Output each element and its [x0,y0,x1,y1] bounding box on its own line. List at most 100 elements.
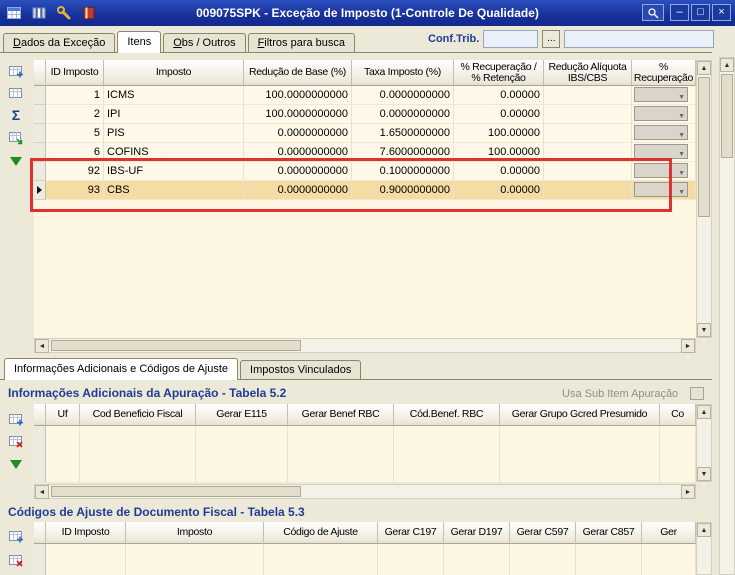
post-down-icon[interactable] [7,152,25,170]
scroll-right-icon[interactable] [681,485,695,499]
col-header-gerar-grupo-gcred[interactable]: Gerar Grupo Gcred Presumido [500,404,660,426]
tab-dados-da-excecao[interactable]: Dados da Exceção [3,33,115,52]
add-row-icon[interactable] [7,62,25,80]
apuracao-horizontal-scrollbar[interactable] [34,484,696,499]
apuracao-vertical-scrollbar[interactable] [696,404,712,482]
table-row[interactable]: 92 IBS-UF 0.0000000000 0.1000000000 0.00… [34,162,696,181]
cell-reducao-aliquota[interactable] [544,86,632,105]
scroll-up-icon[interactable] [720,58,734,72]
cell-recuperacao[interactable]: 0.00000 [454,162,544,181]
cell-reducao-base[interactable]: 0.0000000000 [244,143,352,162]
add-row-icon[interactable] [7,410,25,428]
col-header-taxa-imposto[interactable]: Taxa Imposto (%) [352,60,454,86]
cell-id[interactable]: 5 [46,124,104,143]
scroll-down-icon[interactable] [697,467,711,481]
wrench-icon[interactable] [55,4,73,22]
grid-vertical-scrollbar[interactable] [696,60,712,338]
columns-toolbar-icon[interactable] [30,4,48,22]
export-grid-icon[interactable] [7,129,25,147]
scroll-thumb[interactable] [51,486,301,497]
col-header-recuperacao[interactable]: % Recuperação [632,60,696,86]
cell-imposto[interactable]: IPI [104,105,244,124]
cell-recuperacao[interactable]: 100.00000 [454,124,544,143]
cell-imposto[interactable]: PIS [104,124,244,143]
table-row[interactable]: 2 IPI 100.0000000000 0.0000000000 0.0000… [34,105,696,124]
cell-imposto[interactable]: ICMS [104,86,244,105]
ajuste-vertical-scrollbar[interactable] [696,522,712,575]
cell-taxa[interactable]: 1.6500000000 [352,124,454,143]
search-icon[interactable] [642,4,664,21]
cell-reducao-base[interactable]: 0.0000000000 [244,181,352,200]
recuperacao-dropdown[interactable] [634,144,688,159]
col-header-id-imposto[interactable]: ID Imposto [46,522,126,544]
cell-reducao-base[interactable]: 100.0000000000 [244,105,352,124]
col-header-id-imposto[interactable]: ID Imposto [46,60,104,86]
conf-trib-description-input[interactable] [564,30,714,48]
scroll-left-icon[interactable] [35,339,49,353]
conf-trib-code-input[interactable] [483,30,538,48]
conf-trib-browse-button[interactable]: ... [542,30,560,48]
table-row[interactable]: 6 COFINS 0.0000000000 7.6000000000 100.0… [34,143,696,162]
col-header-reducao-aliquota-ibs-cbs[interactable]: Redução Alíquota IBS/CBS [544,60,632,86]
cell-taxa[interactable]: 0.0000000000 [352,105,454,124]
grid-horizontal-scrollbar[interactable] [34,338,696,353]
col-header-gerar-e115[interactable]: Gerar E115 [196,404,288,426]
cell-reducao-aliquota[interactable] [544,124,632,143]
cell-id[interactable]: 1 [46,86,104,105]
col-header-imposto[interactable]: Imposto [104,60,244,86]
col-header-recuperacao-retencao[interactable]: % Recuperação / % Retenção [454,60,544,86]
scroll-up-icon[interactable] [697,405,711,419]
cell-taxa[interactable]: 0.9000000000 [352,181,454,200]
copy-row-icon[interactable] [7,84,25,102]
scroll-up-icon[interactable] [697,61,711,75]
cell-reducao-aliquota[interactable] [544,105,632,124]
delete-row-icon[interactable] [7,551,25,569]
tab-informacoes-adicionais[interactable]: Informações Adicionais e Códigos de Ajus… [4,358,238,380]
sum-icon[interactable] [7,106,25,124]
scroll-thumb[interactable] [698,77,710,217]
scroll-left-icon[interactable] [35,485,49,499]
cell-imposto[interactable]: CBS [104,181,244,200]
col-header-cod-beneficio[interactable]: Cod Beneficio Fiscal [80,404,196,426]
delete-row-icon[interactable] [7,432,25,450]
recuperacao-dropdown[interactable] [634,87,688,102]
col-header-uf[interactable]: Uf [46,404,80,426]
col-header-imposto[interactable]: Imposto [126,522,264,544]
col-header-co[interactable]: Co [660,404,696,426]
cell-id[interactable]: 6 [46,143,104,162]
grid-toolbar-icon[interactable] [5,4,23,22]
cell-id[interactable]: 2 [46,105,104,124]
col-header-codigo-ajuste[interactable]: Código de Ajuste [264,522,378,544]
col-header-gerar-c197[interactable]: Gerar C197 [378,522,444,544]
post-down-icon[interactable] [7,455,25,473]
cell-recuperacao[interactable]: 0.00000 [454,181,544,200]
col-header-reducao-base[interactable]: Redução de Base (%) [244,60,352,86]
cell-reducao-aliquota[interactable] [544,162,632,181]
cell-imposto[interactable]: IBS-UF [104,162,244,181]
cell-reducao-aliquota[interactable] [544,143,632,162]
scroll-thumb[interactable] [51,340,301,351]
col-header-gerar-benef-rbc[interactable]: Gerar Benef RBC [288,404,394,426]
tab-obs-outros[interactable]: Obs / Outros [163,33,245,52]
add-row-icon[interactable] [7,527,25,545]
tab-itens[interactable]: Itens [117,31,161,53]
cell-reducao-base[interactable]: 100.0000000000 [244,86,352,105]
usa-sub-item-field[interactable] [690,387,704,400]
cell-id[interactable]: 93 [46,181,104,200]
maximize-button[interactable]: □ [691,4,710,21]
book-icon[interactable] [80,4,98,22]
scroll-up-icon[interactable] [697,523,711,537]
table-row[interactable]: 5 PIS 0.0000000000 1.6500000000 100.0000… [34,124,696,143]
cell-imposto[interactable]: COFINS [104,143,244,162]
cell-taxa[interactable]: 7.6000000000 [352,143,454,162]
table-row[interactable]: 1 ICMS 100.0000000000 0.0000000000 0.000… [34,86,696,105]
col-header-gerar-c597[interactable]: Gerar C597 [510,522,576,544]
recuperacao-dropdown[interactable] [634,125,688,140]
col-header-gerar-c857[interactable]: Gerar C857 [576,522,642,544]
minimize-button[interactable]: – [670,4,689,21]
cell-recuperacao[interactable]: 0.00000 [454,105,544,124]
col-header-gerar-d197[interactable]: Gerar D197 [444,522,510,544]
cell-reducao-aliquota[interactable] [544,181,632,200]
recuperacao-dropdown[interactable] [634,106,688,121]
tab-filtros-para-busca[interactable]: Filtros para busca [248,33,355,52]
